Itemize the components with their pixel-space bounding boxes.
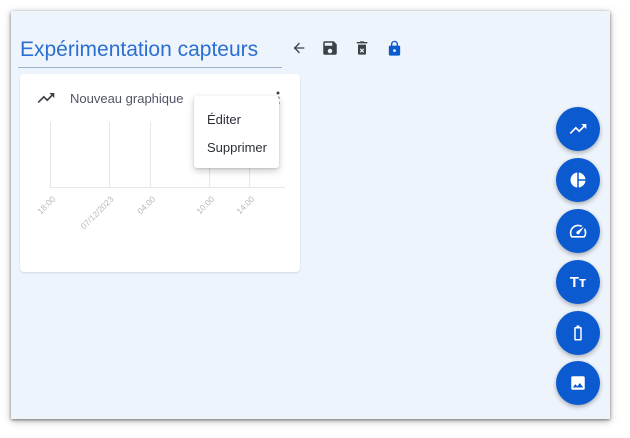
title-field[interactable]: Expérimentation capteurs [18,33,282,68]
battery-icon [574,325,582,341]
add-line-chart-button[interactable] [556,107,600,151]
image-icon [571,376,585,390]
delete-menu-item[interactable]: Supprimer [207,140,267,155]
arrow-back-icon[interactable] [288,37,310,59]
x-tick-label: 10:00 [193,194,217,217]
add-gauge-button[interactable] [556,209,600,253]
pie-chart-icon [570,172,586,188]
add-image-button[interactable] [556,361,600,405]
edit-menu-item[interactable]: Éditer [207,112,241,127]
context-menu: Éditer Supprimer [194,96,279,168]
save-icon[interactable] [319,37,341,59]
trending-up-icon [36,88,56,108]
card-title: Nouveau graphique [70,91,184,106]
add-battery-button[interactable] [556,311,600,355]
delete-icon[interactable] [351,37,373,59]
add-pie-chart-button[interactable] [556,158,600,202]
line-chart-icon [569,124,587,134]
page-title[interactable]: Expérimentation capteurs [20,38,258,62]
x-tick-label: 14:00 [233,194,257,217]
gauge-icon [569,224,587,238]
app-window: Expérimentation capteurs Nouveau graphiq… [11,11,610,419]
lock-icon[interactable] [383,37,405,59]
x-tick-label: 07/12/2023 [78,194,117,232]
x-tick-label: 04:00 [134,194,158,217]
x-tick-label: 18:00 [34,194,58,217]
add-text-button[interactable]: Tт [556,260,600,304]
text-icon: Tт [569,273,587,291]
